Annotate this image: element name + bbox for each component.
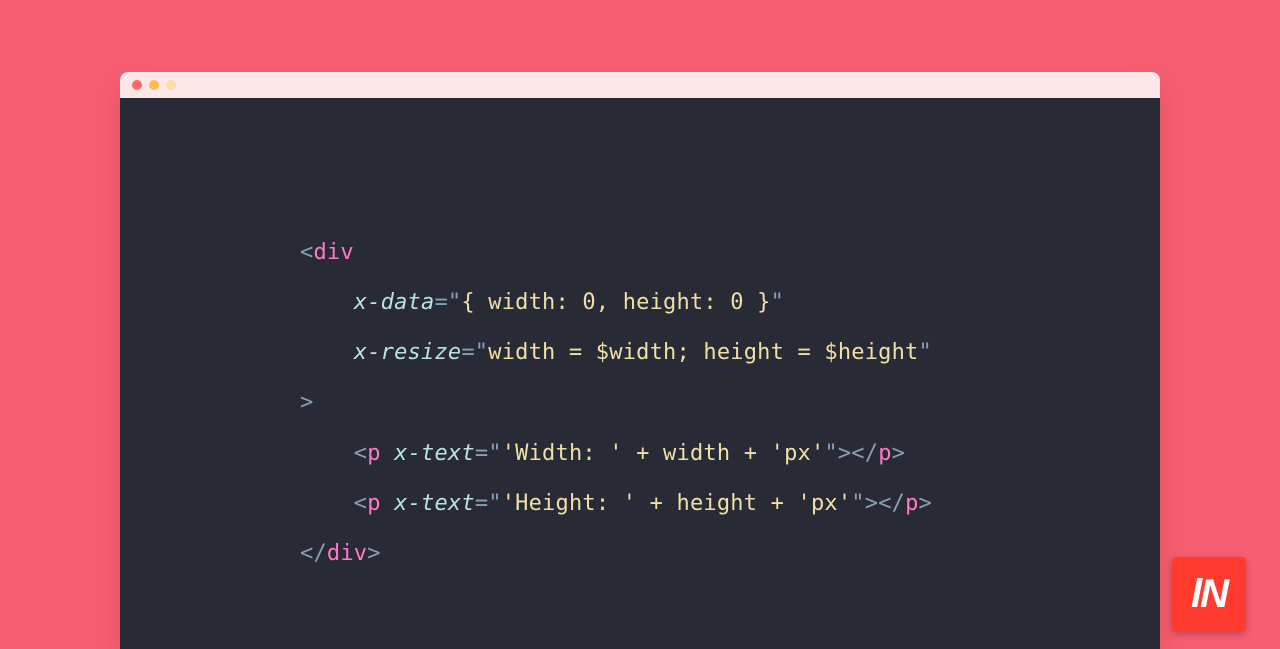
code-token: > <box>892 441 905 466</box>
code-token: > <box>919 491 932 516</box>
code-token: div <box>327 541 367 566</box>
code-token: p <box>905 491 918 516</box>
code-token: 'Width: ' + width + 'px' <box>502 441 825 466</box>
code-token: < <box>300 240 313 265</box>
code-line: <div <box>300 240 354 265</box>
code-token: " <box>771 290 784 315</box>
code-token: x-text <box>394 491 475 516</box>
code-token: = <box>475 441 488 466</box>
code-token: > <box>367 541 380 566</box>
code-line: x-data="{ width: 0, height: 0 }" <box>300 290 784 315</box>
code-token: " <box>851 491 864 516</box>
code-token: = <box>434 290 447 315</box>
code-token: " <box>824 441 837 466</box>
window-titlebar <box>120 72 1160 98</box>
brand-logo: lN <box>1172 557 1246 631</box>
code-token: " <box>919 340 932 365</box>
code-token: p <box>878 441 891 466</box>
minimize-icon[interactable] <box>149 80 159 90</box>
code-token: width = $width; height = $height <box>488 340 918 365</box>
code-token: > <box>300 390 313 415</box>
code-token: < <box>354 441 367 466</box>
code-line: x-resize="width = $width; height = $heig… <box>300 340 932 365</box>
brand-logo-text: lN <box>1191 572 1227 617</box>
code-token: = <box>461 340 474 365</box>
code-token: ></ <box>865 491 905 516</box>
code-line: > <box>300 390 313 415</box>
code-token: p <box>367 491 380 516</box>
code-token: x-data <box>354 290 435 315</box>
code-token: </ <box>300 541 327 566</box>
code-token: 'Height: ' + height + 'px' <box>502 491 852 516</box>
code-token: " <box>448 290 461 315</box>
code-line: <p x-text="'Width: ' + width + 'px'"></p… <box>300 441 905 466</box>
code-window: <div x-data="{ width: 0, height: 0 }" x-… <box>120 72 1160 649</box>
code-token: { width: 0, height: 0 } <box>461 290 770 315</box>
code-token: p <box>367 441 380 466</box>
close-icon[interactable] <box>132 80 142 90</box>
code-line: </div> <box>300 541 381 566</box>
code-line: <p x-text="'Height: ' + height + 'px'"><… <box>300 491 932 516</box>
code-token: " <box>488 491 501 516</box>
code-token: x-resize <box>354 340 462 365</box>
code-block: <div x-data="{ width: 0, height: 0 }" x-… <box>120 98 1160 579</box>
code-token <box>381 441 394 466</box>
code-token: " <box>488 441 501 466</box>
code-token: div <box>313 240 353 265</box>
code-token: < <box>354 491 367 516</box>
code-token: ></ <box>838 441 878 466</box>
code-token <box>381 491 394 516</box>
code-token: = <box>475 491 488 516</box>
zoom-icon[interactable] <box>166 80 176 90</box>
code-token: " <box>475 340 488 365</box>
code-token: x-text <box>394 441 475 466</box>
